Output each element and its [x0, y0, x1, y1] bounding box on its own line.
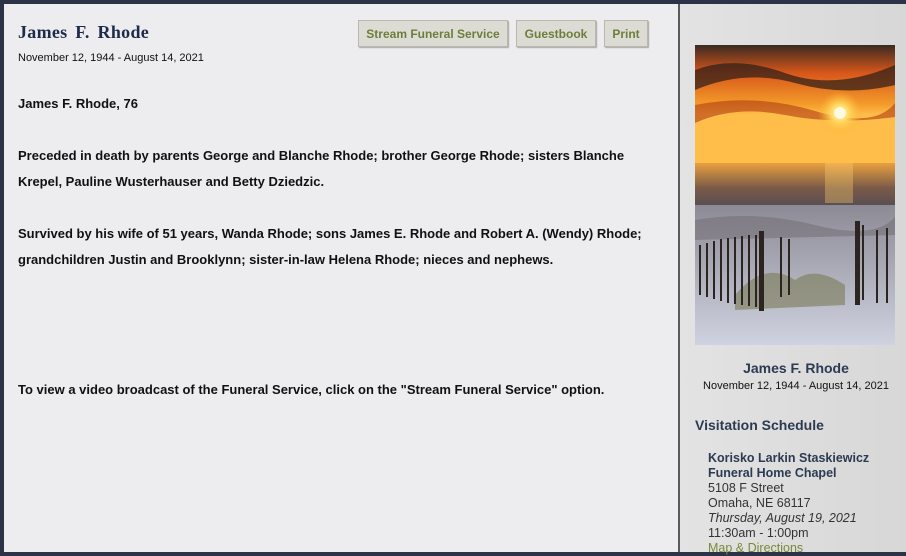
obituary-paragraph-preceded: Preceded in death by parents George and … [18, 148, 625, 189]
sidebar: James F. Rhode November 12, 1944 - Augus… [680, 4, 906, 555]
visitation-date: Thursday, August 19, 2021 [708, 511, 857, 525]
sunset-beach-image [695, 45, 895, 345]
life-dates: November 12, 1944 - August 14, 2021 [18, 52, 204, 64]
map-directions-link[interactable]: Map & Directions [708, 541, 869, 556]
guestbook-button[interactable]: Guestbook [516, 20, 596, 47]
decedent-name: James F. Rhode [18, 22, 150, 42]
obituary-main: James F. Rhode November 12, 1944 - Augus… [4, 4, 678, 552]
stream-funeral-service-button[interactable]: Stream Funeral Service [358, 20, 508, 47]
visitation-venue: Korisko Larkin Staskiewicz Funeral Home … [708, 451, 869, 556]
memorial-photo [695, 45, 895, 345]
print-button[interactable]: Print [604, 20, 648, 47]
obituary-paragraph-survived: Survived by his wife of 51 years, Wanda … [18, 226, 642, 267]
visitation-time: 11:30am - 1:00pm [708, 526, 809, 540]
venue-city: Omaha, NE 68117 [708, 496, 811, 510]
sidebar-decedent-name: James F. Rhode [743, 360, 849, 376]
sidebar-life-dates: November 12, 1944 - August 14, 2021 [703, 380, 889, 392]
page-frame: James F. Rhode November 12, 1944 - Augus… [4, 4, 906, 555]
venue-name-line2: Funeral Home Chapel [708, 466, 837, 480]
obituary-paragraph-stream-note: To view a video broadcast of the Funeral… [18, 382, 605, 397]
obituary-paragraph-age: James F. Rhode, 76 [18, 96, 138, 111]
venue-street: 5108 F Street [708, 481, 784, 495]
venue-name-line1: Korisko Larkin Staskiewicz [708, 451, 870, 465]
visitation-schedule-heading: Visitation Schedule [695, 417, 824, 433]
